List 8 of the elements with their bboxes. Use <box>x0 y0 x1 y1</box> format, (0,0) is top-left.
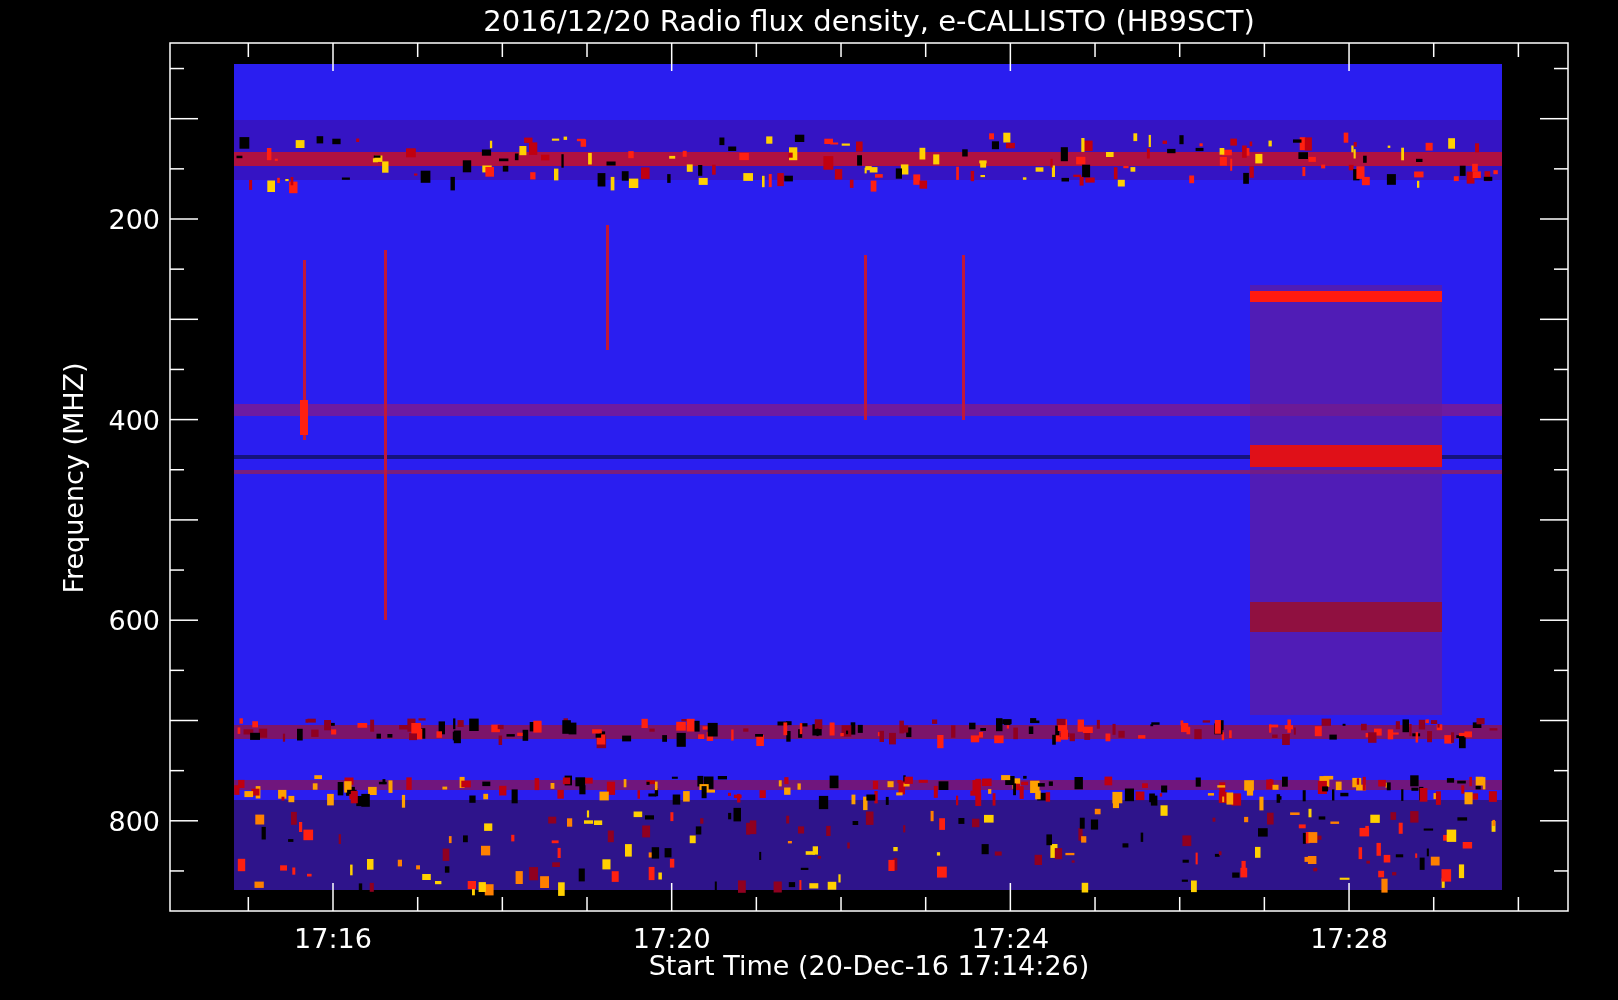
axis-title: Frequency (MHZ) <box>58 362 89 594</box>
tick-label: 400 <box>108 404 160 436</box>
tick-label: 600 <box>108 605 160 637</box>
tick-label: 17:28 <box>1310 923 1388 954</box>
chart-title: 2016/12/20 Radio flux density, e-CALLISTO (HB9SCT) <box>483 4 1255 38</box>
tick-label: 17:16 <box>294 923 372 954</box>
tick-label: 800 <box>108 805 160 837</box>
tick-label: 200 <box>108 204 160 235</box>
